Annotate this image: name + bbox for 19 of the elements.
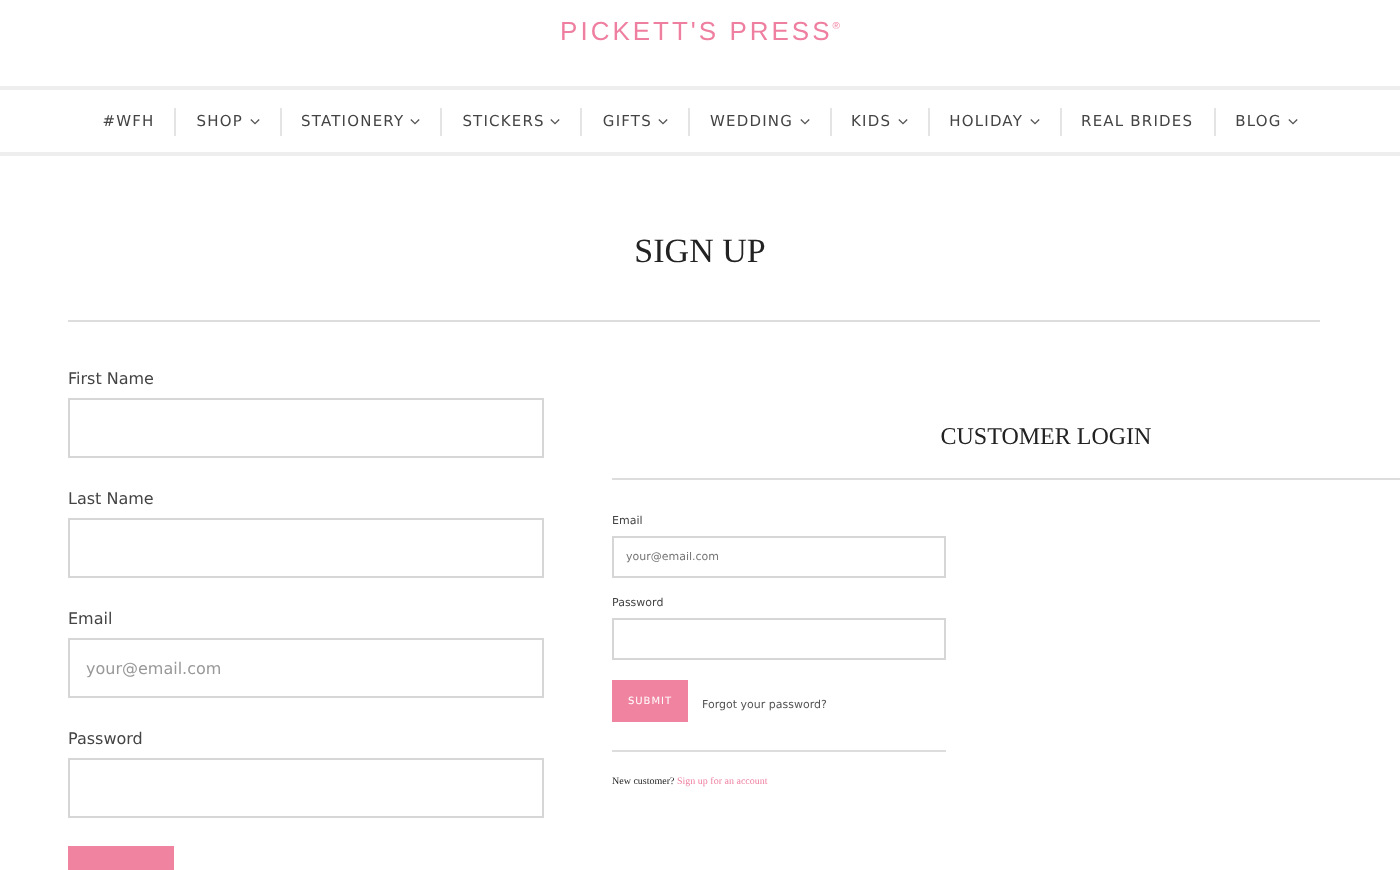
caret-icon: [897, 117, 908, 125]
caret-icon: [1029, 117, 1040, 125]
caret-icon: [1287, 117, 1298, 125]
section-title: CUSTOMER LOGIN: [938, 422, 1154, 450]
field-label: Email: [68, 610, 115, 632]
field-label: Password: [68, 730, 145, 752]
input-field[interactable]: [68, 398, 544, 458]
input-field[interactable]: [68, 758, 544, 818]
input-field[interactable]: [68, 518, 544, 578]
input-field[interactable]: your@email.com: [68, 638, 544, 698]
caret-icon: [799, 117, 810, 125]
page-title: SIGN UP: [632, 232, 768, 272]
input-field[interactable]: [612, 618, 946, 660]
caret-icon: [550, 117, 561, 125]
caret-icon: [249, 117, 260, 125]
field-label: First Name: [68, 370, 156, 392]
caret-icon: [410, 117, 421, 125]
caret-icon: [657, 117, 668, 125]
field-label: Last Name: [68, 490, 156, 512]
